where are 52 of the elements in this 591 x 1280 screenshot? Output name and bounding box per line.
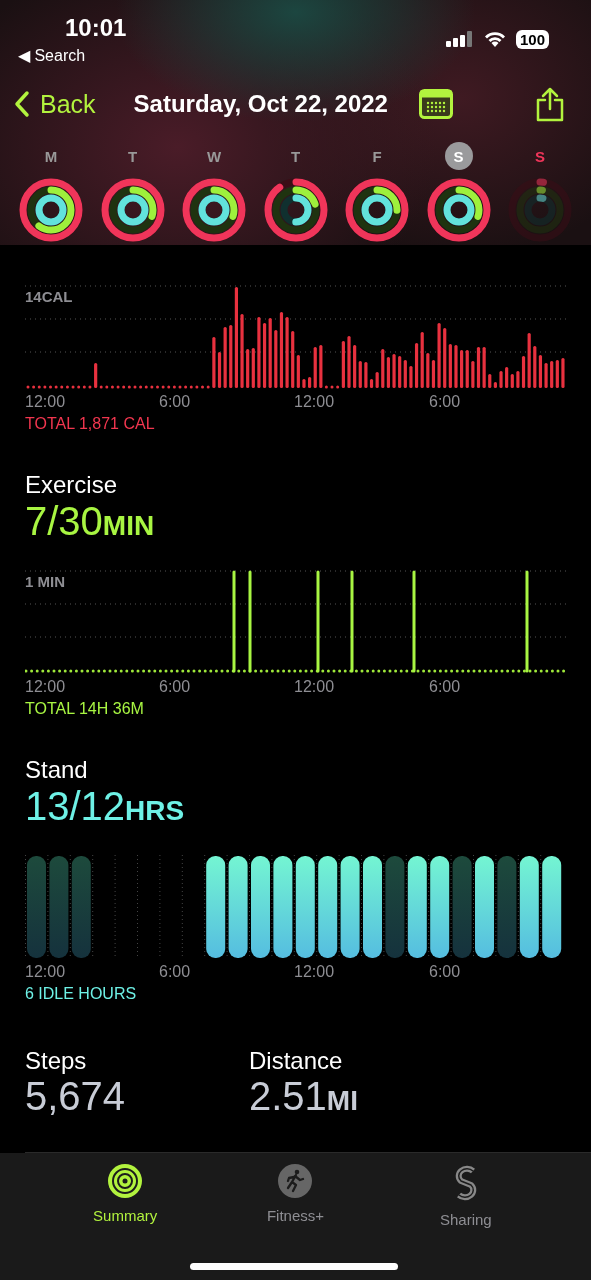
activity-rings-icon[interactable] <box>19 178 83 242</box>
stat-value: 2.51MI <box>249 1075 359 1120</box>
status-time: 10:01 <box>65 14 127 42</box>
stat-label: Distance <box>249 1047 344 1075</box>
date-title: Saturday, Oct 22, 2022 <box>133 90 388 118</box>
axis-label: 6:00 <box>159 678 191 696</box>
weekday-label[interactable]: T <box>281 142 310 170</box>
axis-label: 6:00 <box>429 678 461 696</box>
wifi-icon <box>482 30 507 48</box>
rings-icon <box>107 1163 144 1199</box>
battery-level: 100 <box>515 29 549 49</box>
axis-label: 6:00 <box>159 393 191 411</box>
tab-item[interactable]: Fitness+ <box>240 1163 351 1231</box>
weekday-label[interactable]: M <box>37 142 65 170</box>
weekday-label[interactable]: S <box>526 142 554 170</box>
activity-rings-icon[interactable] <box>345 178 409 242</box>
axis-label: 12:00 <box>294 393 335 411</box>
weekday-label[interactable]: T <box>118 142 147 170</box>
activity-rings-icon[interactable] <box>182 178 246 242</box>
scale-label: 14CAL <box>25 288 73 305</box>
section-total: TOTAL 1,871 CAL <box>25 415 156 433</box>
section-title: Exercise <box>25 471 119 499</box>
activity-rings-icon[interactable] <box>263 178 328 242</box>
section-total: TOTAL 14H 36M <box>25 700 145 718</box>
share-icon[interactable] <box>535 86 565 122</box>
back-to-app-link[interactable]: ◀ Search <box>18 46 86 65</box>
activity-rings-icon[interactable] <box>100 178 165 242</box>
axis-label: 12:00 <box>25 393 66 411</box>
section-title: Stand <box>25 756 89 784</box>
stat-label: Steps <box>25 1047 88 1075</box>
axis-label: 6:00 <box>159 963 191 981</box>
axis-label: 6:00 <box>429 393 461 411</box>
runner-icon <box>277 1163 314 1199</box>
weekday-label[interactable]: W <box>200 142 228 170</box>
signal-icon <box>445 31 474 47</box>
back-button[interactable]: Back <box>14 89 96 119</box>
stat-value: 5,674 <box>25 1075 127 1117</box>
tab-item[interactable]: Sharing <box>410 1163 521 1231</box>
activity-rings-icon[interactable] <box>426 178 491 242</box>
calendar-icon[interactable] <box>418 89 453 119</box>
axis-label: 12:00 <box>294 678 335 696</box>
axis-label: 12:00 <box>25 678 66 696</box>
chevron-left-icon <box>14 90 30 118</box>
goal-value: 7/30MIN <box>25 499 156 545</box>
section-total: 6 IDLE HOURS <box>25 985 138 1003</box>
weekday-label[interactable]: F <box>363 142 391 170</box>
axis-label: 6:00 <box>429 963 461 981</box>
tab-item[interactable]: Summary <box>70 1163 181 1231</box>
goal-value: 13/12HRS <box>25 784 186 830</box>
axis-label: 12:00 <box>294 963 335 981</box>
scale-label: 1 MIN <box>25 573 65 590</box>
axis-label: 12:00 <box>25 963 66 981</box>
